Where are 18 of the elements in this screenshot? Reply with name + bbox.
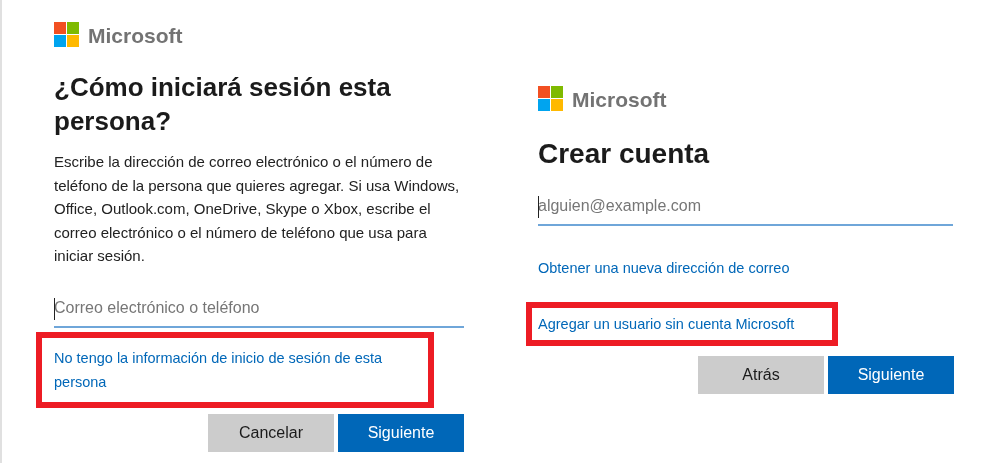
next-button[interactable]: Siguiente [828,356,954,394]
windows-logo-icon [538,86,564,112]
link[interactable]: Agregar un usuario sin cuenta Microsoft [538,312,832,336]
link[interactable]: No tengo la información de inicio de sesión de esta persona [54,345,418,394]
brand-name: Microsoft [88,24,183,46]
page-title: Crear cuenta [538,137,711,171]
link[interactable]: Obtener una nueva dirección de correo [538,256,832,280]
secondary-button[interactable]: Cancelar [208,413,334,452]
text-input-field[interactable]: Correo electrónico o teléfono [54,289,464,328]
description-text: Escribe la dirección de correo electrónico o el número de teléfono de la persona que quieres agregar. Si usa Windows, Office, Outlook.com, OneDrive, Skype o Xbox, escribe el correo electrónico o el número de teléfono que usa para iniciar sesión. [54,152,461,266]
page-title: ¿Cómo iniciará sesión esta persona? [54,71,392,138]
windows-logo-icon [54,22,80,48]
next-button[interactable]: Siguiente [338,413,464,452]
text-input-field[interactable]: alguien@example.com [538,188,953,226]
text-cursor [538,196,539,218]
brand-name: Microsoft [572,88,667,110]
secondary-button[interactable]: Atrás [698,356,824,394]
text-cursor [54,297,55,320]
